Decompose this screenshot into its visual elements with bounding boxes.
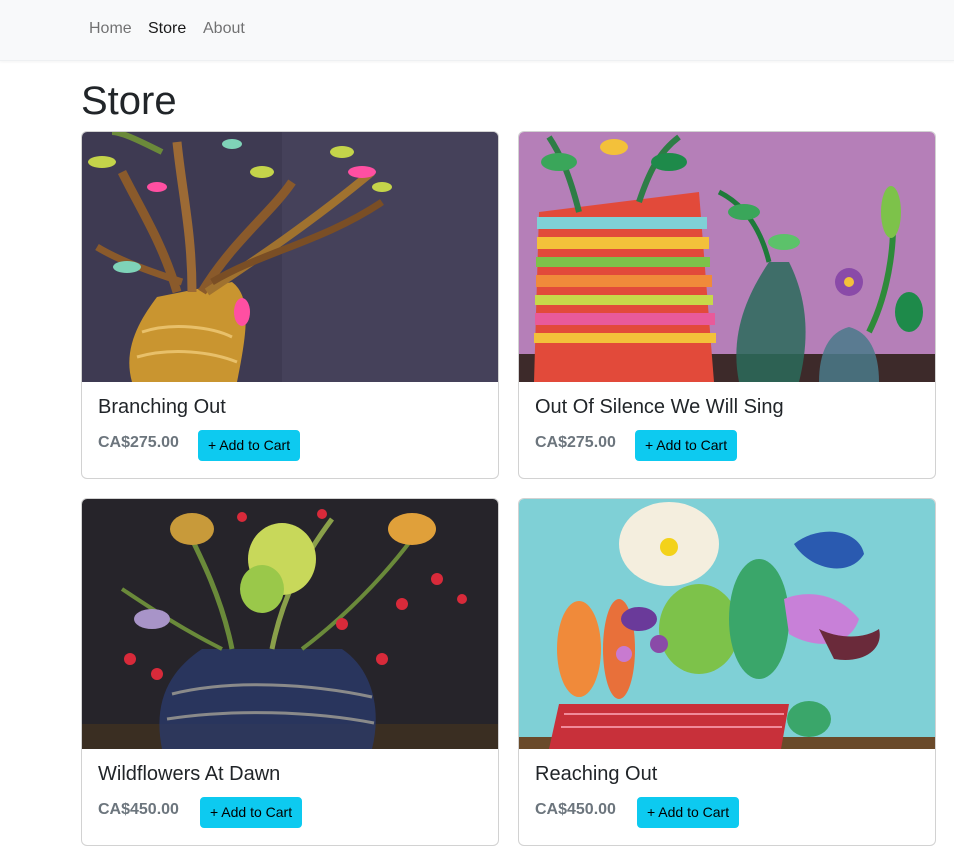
product-price: CA$450.00 [98, 801, 179, 818]
product-card: Wildflowers At Dawn CA$450.00 + Add to C… [81, 498, 499, 846]
product-title: Reaching Out [535, 763, 658, 785]
nav-home-link[interactable]: Home [89, 19, 132, 39]
card-body: Branching Out CA$275.00 + Add to Cart [98, 394, 482, 461]
product-card: Branching Out CA$275.00 + Add to Cart [81, 131, 499, 479]
product-title: Branching Out [98, 396, 226, 418]
product-card: Reaching Out CA$450.00 + Add to Cart [518, 498, 936, 846]
card-body: Out Of Silence We Will Sing CA$275.00 + … [535, 394, 919, 461]
product-card: Out Of Silence We Will Sing CA$275.00 + … [518, 131, 936, 479]
product-title: Wildflowers At Dawn [98, 763, 281, 785]
product-image[interactable] [519, 132, 936, 382]
add-to-cart-button[interactable]: + Add to Cart [637, 797, 740, 828]
page-title: Store [81, 79, 177, 123]
product-image[interactable] [519, 499, 936, 749]
add-to-cart-button[interactable]: + Add to Cart [198, 430, 301, 461]
product-price: CA$275.00 [98, 434, 179, 451]
product-image[interactable] [82, 499, 499, 749]
product-image[interactable] [82, 132, 499, 382]
nav-about-link[interactable]: About [203, 19, 245, 39]
product-price: CA$450.00 [535, 801, 616, 818]
product-price: CA$275.00 [535, 434, 616, 451]
card-body: Reaching Out CA$450.00 + Add to Cart [535, 761, 919, 828]
card-body: Wildflowers At Dawn CA$450.00 + Add to C… [98, 761, 482, 828]
product-title: Out Of Silence We Will Sing [535, 396, 784, 418]
add-to-cart-button[interactable]: + Add to Cart [200, 797, 303, 828]
navbar: Home Store About [0, 0, 954, 61]
nav-store-link[interactable]: Store [148, 19, 186, 39]
add-to-cart-button[interactable]: + Add to Cart [635, 430, 738, 461]
